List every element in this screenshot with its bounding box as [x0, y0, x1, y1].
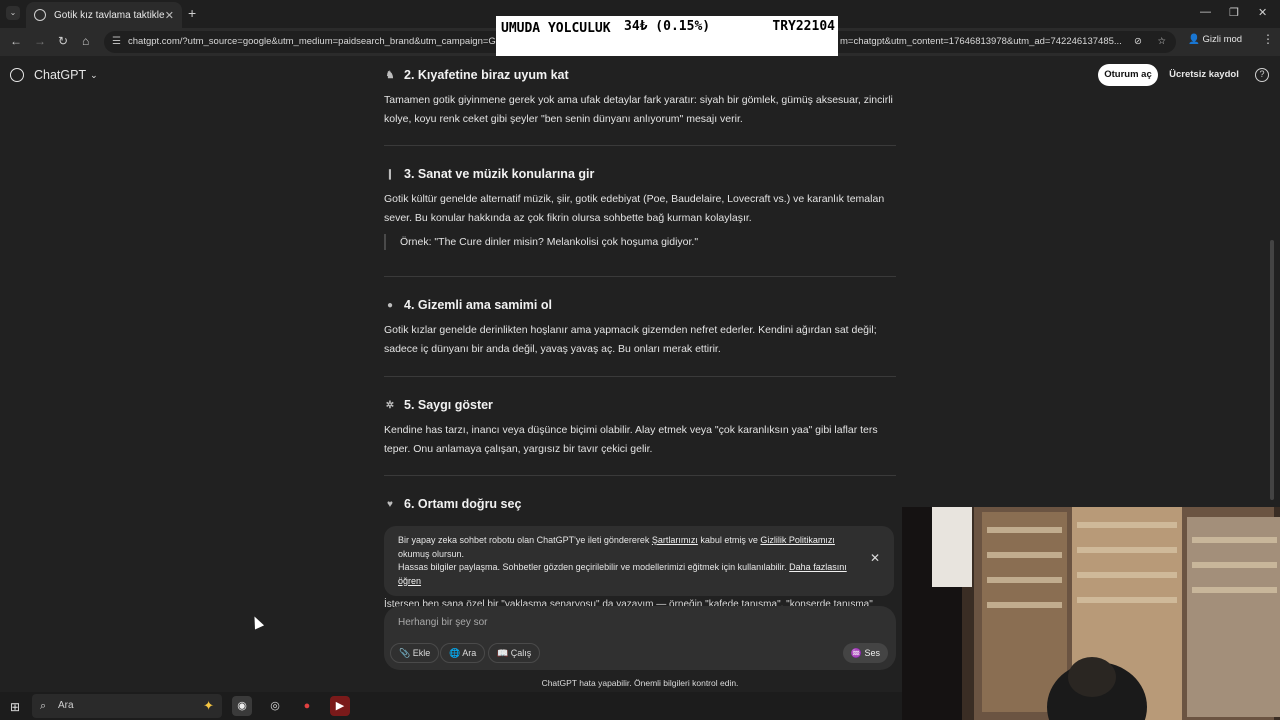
search-label: Ara — [462, 648, 477, 658]
minimize-icon[interactable]: — — [1200, 6, 1211, 18]
divider — [384, 475, 896, 476]
webcam-overlay — [902, 507, 1280, 720]
section-body: Gotik kızlar genelde derinlikten hoşlanı… — [384, 324, 877, 355]
section-title-text: 6. Ortamı doğru seç — [404, 497, 522, 511]
mouse-cursor — [249, 614, 265, 630]
section-4: ● 4. Gizemli ama samimi ol Gotik kızlar … — [384, 298, 896, 359]
incognito-label: Gizli mod — [1202, 34, 1243, 45]
close-notice-icon[interactable]: ✕ — [870, 551, 880, 566]
section-title-text: 2. Kıyafetine biraz uyum kat — [404, 68, 569, 82]
section-title: ✲ 5. Saygı göster — [384, 398, 896, 412]
maximize-icon[interactable]: ❐ — [1229, 6, 1239, 19]
incognito-indicator[interactable]: 👤 Gizli mod — [1188, 34, 1242, 45]
webcam-image — [902, 507, 1280, 720]
search-button[interactable]: 🌐 Ara — [440, 643, 486, 663]
example-quote: Örnek: "The Cure dinler misin? Melankoli… — [384, 234, 896, 250]
windows-taskbar: ⊞ ⌕ Ara ✦ ◉ ◎ ● ▶ — [0, 692, 902, 720]
study-label: Çalış — [510, 648, 532, 658]
section-body: Gotik kültür genelde alternatif müzik, ş… — [384, 193, 885, 224]
section-body: Tamamen gotik giyinmene gerek yok ama uf… — [384, 94, 893, 125]
section-title-text: 5. Saygı göster — [404, 398, 493, 412]
mask-icon: ● — [386, 299, 394, 311]
section-body: Kendine has tarzı, inancı veya düşünce b… — [384, 424, 878, 455]
bookmark-star-icon[interactable]: ☆ — [1157, 31, 1166, 53]
terms-link[interactable]: Şartlarımızı — [652, 535, 698, 545]
section-title-text: 3. Sanat ve müzik konularına gir — [404, 167, 595, 181]
taskbar-search-label: Ara — [58, 700, 74, 711]
disclaimer-text: ChatGPT hata yapabilir. Önemli bilgileri… — [541, 678, 739, 688]
taskbar-search[interactable]: ⌕ Ara ✦ — [32, 694, 222, 718]
notice-text: Hassas bilgiler paylaşma. Sohbetler gözd… — [398, 562, 790, 572]
help-icon[interactable]: ? — [1255, 68, 1269, 82]
notice-line-2: Hassas bilgiler paylaşma. Sohbetler gözd… — [398, 561, 854, 588]
tab-title: Gotik kız tavlama taktikleri — [54, 9, 165, 21]
section-5: ✲ 5. Saygı göster Kendine has tarzı, ina… — [384, 398, 896, 459]
shirt-icon: ♞ — [385, 69, 395, 81]
divider — [384, 145, 896, 146]
windows-start-icon[interactable]: ⊞ — [10, 700, 20, 714]
forward-icon[interactable]: → — [34, 34, 46, 48]
browser-tab[interactable]: Gotik kız tavlama taktikleri ✕ — [26, 2, 182, 28]
scrollbar[interactable] — [1270, 240, 1274, 500]
guitar-icon: ❙ — [385, 168, 395, 180]
privacy-link[interactable]: Gizlilik Politikamızı — [760, 535, 835, 545]
brand-name: ChatGPT — [34, 68, 87, 82]
chatgpt-favicon-icon — [34, 9, 46, 21]
openai-logo-icon — [10, 68, 24, 82]
app-icon-red[interactable]: ● — [297, 696, 317, 716]
url-text: chatgpt.com/?utm_source=google&utm_mediu… — [128, 36, 496, 47]
divider — [384, 276, 896, 277]
url-text-tail: m=chatgpt&utm_content=17646813978&utm_ad… — [840, 36, 1122, 47]
heart-icon: ♥ — [387, 498, 393, 510]
site-info-icon[interactable]: ☰ — [112, 31, 121, 53]
close-window-icon[interactable]: ✕ — [1258, 6, 1267, 19]
atom-icon: ✲ — [385, 399, 395, 411]
tab-list-icon[interactable]: ⌄ — [6, 6, 20, 20]
login-button[interactable]: Oturum aç — [1098, 64, 1158, 86]
voice-button[interactable]: ♒ Ses — [842, 643, 888, 663]
close-tab-icon[interactable]: ✕ — [165, 9, 174, 22]
voice-label: Ses — [864, 648, 880, 658]
notice-line-1: Bir yapay zeka sohbet robotu olan ChatGP… — [398, 534, 854, 561]
section-title: ● 4. Gizemli ama samimi ol — [384, 298, 896, 312]
attach-label: Ekle — [412, 648, 431, 658]
section-title: ♞ 2. Kıyafetine biraz uyum kat — [384, 68, 896, 82]
home-icon[interactable]: ⌂ — [82, 34, 89, 48]
notice-text: okumuş olursun. — [398, 548, 465, 559]
stream-ticker-overlay: UMUDA YOLCULUK 34₺ (0.15%) TRY22104 — [496, 16, 838, 56]
prompt-input[interactable]: Herhangi bir şey sor — [398, 617, 487, 628]
section-title: ♥ 6. Ortamı doğru seç — [384, 497, 896, 511]
chrome-icon[interactable]: ◉ — [232, 696, 252, 716]
new-tab-icon[interactable]: + — [188, 5, 196, 21]
divider — [384, 376, 896, 377]
study-button[interactable]: 📖 Çalış — [488, 643, 541, 663]
sparkle-icon: ✦ — [203, 698, 214, 713]
back-icon[interactable]: ← — [10, 34, 22, 48]
message-composer[interactable]: Herhangi bir şey sor 📎 Ekle 🌐 Ara 📖 Çalı… — [384, 606, 896, 670]
section-2: ♞ 2. Kıyafetine biraz uyum kat Tamamen g… — [384, 68, 896, 129]
signup-button[interactable]: Ücretsiz kaydol — [1168, 64, 1240, 86]
chevron-down-icon: ⌄ — [90, 69, 98, 80]
app-icon-dark-red[interactable]: ▶ — [330, 696, 350, 716]
section-6: ♥ 6. Ortamı doğru seç — [384, 497, 896, 511]
notice-text: kabul etmiş ve — [697, 535, 761, 545]
search-icon: ⌕ — [40, 700, 47, 712]
ticker-change: 34₺ (0.15%) — [624, 19, 711, 34]
notice-text: Bir yapay zeka sohbet robotu olan ChatGP… — [398, 535, 652, 545]
browser-menu-icon[interactable]: ⋮ — [1262, 32, 1274, 46]
reload-icon[interactable]: ↻ — [58, 34, 68, 48]
section-title-text: 4. Gizemli ama samimi ol — [404, 298, 552, 312]
app-icon[interactable]: ◎ — [265, 696, 285, 716]
section-title: ❙ 3. Sanat ve müzik konularına gir — [384, 167, 896, 181]
terms-notice: Bir yapay zeka sohbet robotu olan ChatGP… — [384, 526, 894, 596]
attach-button[interactable]: 📎 Ekle — [390, 643, 440, 663]
ticker-title: UMUDA YOLCULUK — [501, 21, 611, 36]
ticker-amount: TRY22104 — [772, 19, 835, 34]
section-3: ❙ 3. Sanat ve müzik konularına gir Gotik… — [384, 167, 896, 250]
model-selector[interactable]: ChatGPT ⌄ — [10, 68, 98, 82]
eye-off-icon[interactable]: ⊘ — [1134, 31, 1142, 53]
